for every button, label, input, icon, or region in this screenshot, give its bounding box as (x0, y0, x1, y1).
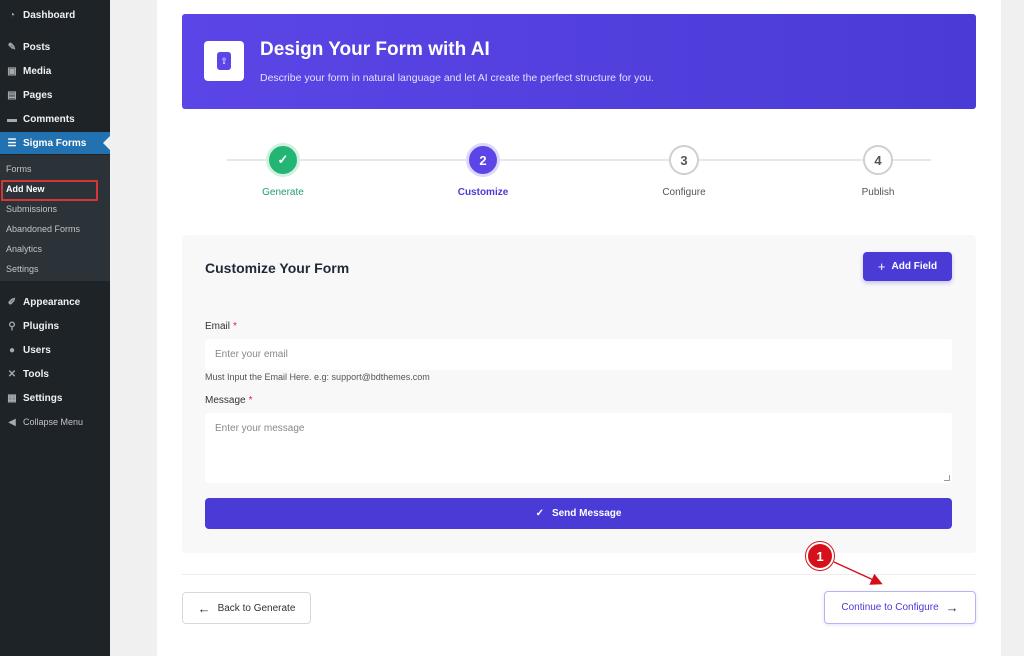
menu-comments-label: Comments (23, 113, 75, 125)
annotation-badge: 1 (806, 542, 834, 570)
resize-handle-icon[interactable] (944, 475, 950, 481)
settings-icon: ▦ (7, 392, 17, 404)
user-icon: ● (8, 344, 16, 356)
back-label: Back to Generate (217, 602, 296, 614)
menu-media[interactable]: ▣ Media (0, 60, 110, 82)
email-help-text: Must Input the Email Here. e.g: support@… (205, 372, 430, 382)
send-message-button[interactable]: ✓ Send Message (205, 498, 952, 529)
page-title: Design Your Form with AI (260, 39, 490, 60)
main-content: ⇧ Design Your Form with AI Describe your… (157, 0, 1001, 656)
menu-posts-label: Posts (23, 41, 51, 53)
plugin-icon: ⚲ (8, 320, 16, 332)
comment-icon: ▬ (7, 113, 17, 125)
submenu-settings[interactable]: Settings (6, 264, 39, 274)
collapse-menu[interactable]: ◀ Collapse Menu (0, 411, 110, 433)
check-icon: ✓ (277, 152, 289, 167)
menu-comments[interactable]: ▬ Comments (0, 108, 110, 130)
sparkle-icon: ⇧ (217, 52, 231, 70)
email-field[interactable]: Enter your email (205, 339, 952, 370)
menu-posts[interactable]: ✎ Posts (0, 36, 110, 58)
menu-plugins-label: Plugins (23, 320, 60, 332)
menu-media-label: Media (23, 65, 52, 77)
menu-appearance-label: Appearance (23, 296, 81, 308)
email-label-text: Email (205, 321, 231, 332)
step-1-label: Generate (262, 187, 304, 198)
arrow-left-icon: ← (197, 600, 211, 616)
step-2-number: 2 (479, 152, 487, 168)
step-3-label: Configure (662, 187, 706, 198)
menu-sigma-forms-label: Sigma Forms (23, 137, 87, 149)
dashboard-icon: ◔ (8, 9, 16, 21)
customize-form-card: Customize Your Form + Add Field Email * E… (182, 235, 976, 553)
submenu-submissions[interactable]: Submissions (6, 204, 57, 214)
ai-header-banner: ⇧ Design Your Form with AI Describe your… (182, 14, 976, 109)
message-label-text: Message (205, 395, 246, 406)
step-4-number: 4 (874, 152, 882, 168)
menu-tools-label: Tools (23, 368, 49, 380)
menu-settings[interactable]: ▦ Settings (0, 387, 110, 409)
email-placeholder: Enter your email (215, 349, 288, 360)
submenu-forms[interactable]: Forms (6, 164, 32, 174)
forms-icon: ☰ (7, 137, 17, 149)
step-1-circle[interactable]: ✓ (266, 143, 300, 177)
plus-icon: + (877, 259, 886, 274)
submenu-abandoned-forms[interactable]: Abandoned Forms (6, 224, 80, 234)
brush-icon: ✐ (7, 296, 17, 308)
step-3-number: 3 (680, 152, 688, 168)
email-label: Email * (205, 321, 237, 332)
menu-pages-label: Pages (23, 89, 53, 101)
menu-users[interactable]: ● Users (0, 339, 110, 361)
wrench-icon: ✕ (7, 368, 17, 380)
pages-icon: ▤ (7, 89, 17, 101)
menu-tools[interactable]: ✕ Tools (0, 363, 110, 385)
menu-dashboard[interactable]: ◔ Dashboard (0, 4, 110, 26)
back-to-generate-button[interactable]: ← Back to Generate (182, 592, 311, 624)
admin-sidebar: ◔ Dashboard ✎ Posts ▣ Media ▤ Pages ▬ Co… (0, 0, 110, 656)
sigma-forms-submenu: Forms Add New Submissions Abandoned Form… (0, 155, 110, 281)
menu-sigma-forms[interactable]: ☰ Sigma Forms (0, 132, 110, 154)
message-placeholder: Enter your message (215, 423, 305, 434)
required-marker: * (233, 321, 237, 332)
step-2-circle[interactable]: 2 (466, 143, 500, 177)
add-new-highlight (1, 180, 98, 201)
send-message-label: Send Message (551, 508, 622, 519)
media-icon: ▣ (7, 65, 17, 77)
message-textarea[interactable]: Enter your message (205, 413, 952, 483)
card-title: Customize Your Form (205, 260, 350, 276)
check-icon: ✓ (535, 508, 544, 519)
menu-settings-label: Settings (23, 392, 63, 404)
menu-appearance[interactable]: ✐ Appearance (0, 291, 110, 313)
add-field-label: Add Field (891, 261, 938, 272)
step-2-label: Customize (457, 187, 509, 198)
pin-icon: ✎ (7, 41, 17, 53)
stepper-track (227, 159, 931, 161)
message-label: Message * (205, 395, 252, 406)
ai-logo: ⇧ (204, 41, 244, 81)
step-4-circle[interactable]: 4 (863, 145, 893, 175)
step-4-label: Publish (861, 187, 895, 198)
footer-divider (182, 574, 976, 575)
step-3-circle[interactable]: 3 (669, 145, 699, 175)
submenu-analytics[interactable]: Analytics (6, 244, 42, 254)
page-subtitle: Describe your form in natural language a… (260, 72, 654, 84)
required-marker: * (248, 395, 253, 406)
continue-to-configure-button[interactable]: Continue to Configure → (824, 591, 976, 624)
menu-dashboard-label: Dashboard (23, 9, 76, 21)
continue-label: Continue to Configure (841, 602, 939, 613)
menu-pages[interactable]: ▤ Pages (0, 84, 110, 106)
menu-plugins[interactable]: ⚲ Plugins (0, 315, 110, 337)
arrow-right-icon: → (945, 600, 959, 615)
menu-users-label: Users (23, 344, 51, 356)
collapse-icon: ◀ (8, 416, 16, 428)
collapse-menu-label: Collapse Menu (23, 417, 84, 427)
add-field-button[interactable]: + Add Field (863, 252, 952, 281)
